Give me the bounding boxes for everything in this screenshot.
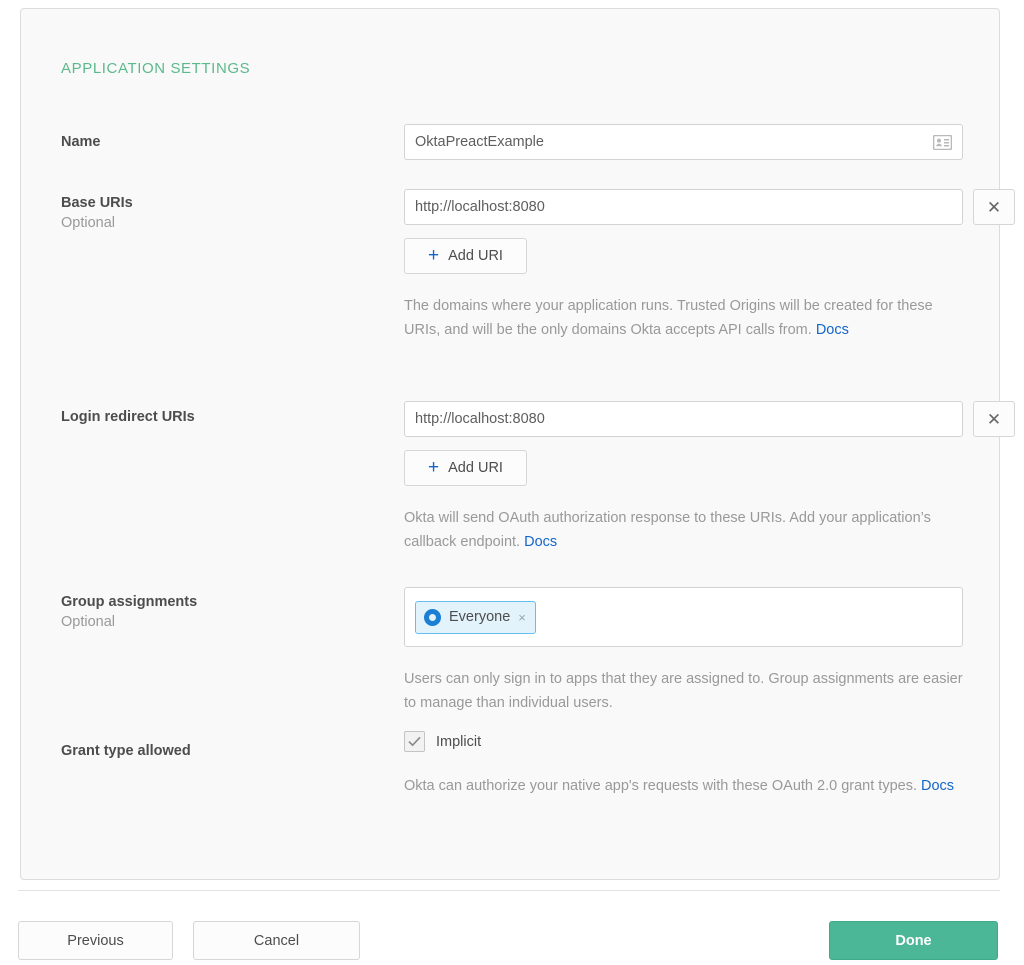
name-field-group: OktaPreactExample — [404, 124, 963, 160]
label-group-assignments: Group assignments Optional — [61, 594, 391, 630]
page-title: APPLICATION SETTINGS — [61, 60, 250, 77]
label-base-uris-text: Base URIs — [61, 195, 133, 211]
group-ring-icon — [424, 609, 441, 626]
login-redirect-uri-input[interactable]: http://localhost:8080 — [404, 401, 963, 437]
base-uris-docs-link[interactable]: Docs — [816, 322, 849, 338]
implicit-checkbox[interactable] — [404, 731, 425, 752]
label-name: Name — [61, 134, 391, 150]
label-grant-type: Grant type allowed — [61, 743, 391, 759]
group-assignments-help-body: Users can only sign in to apps that they… — [404, 671, 963, 711]
login-redirect-field-group: http://localhost:8080 ✕ + Add URI Okta w… — [404, 401, 1015, 554]
grant-type-docs-link[interactable]: Docs — [921, 778, 954, 794]
label-group-assignments-optional: Optional — [61, 614, 391, 630]
close-icon: ✕ — [987, 199, 1001, 216]
group-assignments-help-text: Users can only sign in to apps that they… — [404, 667, 964, 715]
login-redirect-help-text: Okta will send OAuth authorization respo… — [404, 506, 964, 554]
remove-base-uri-button[interactable]: ✕ — [973, 189, 1015, 225]
name-input-value: OktaPreactExample — [415, 134, 933, 150]
cancel-button[interactable]: Cancel — [193, 921, 360, 960]
group-assignments-field-group: Everyone × Users can only sign in to app… — [404, 587, 964, 715]
contact-card-icon — [933, 135, 952, 150]
base-uris-help-text: The domains where your application runs.… — [404, 294, 964, 342]
name-input[interactable]: OktaPreactExample — [404, 124, 963, 160]
plus-icon: + — [428, 246, 439, 265]
add-login-redirect-uri-label: Add URI — [448, 460, 503, 476]
implicit-checkbox-label: Implicit — [436, 734, 481, 750]
base-uris-help-body: The domains where your application runs.… — [404, 298, 933, 338]
add-base-uri-button[interactable]: + Add URI — [404, 238, 527, 274]
login-redirect-uri-input-value: http://localhost:8080 — [415, 411, 952, 427]
grant-type-help-body: Okta can authorize your native app's req… — [404, 778, 917, 794]
group-token-label: Everyone — [449, 609, 510, 625]
checkmark-icon — [408, 736, 421, 747]
grant-type-implicit-row: Implicit — [404, 731, 964, 752]
label-group-assignments-text: Group assignments — [61, 594, 197, 610]
grant-type-help-text: Okta can authorize your native app's req… — [404, 774, 964, 798]
group-assignments-input[interactable]: Everyone × — [404, 587, 963, 647]
base-uri-entry-row: http://localhost:8080 ✕ — [404, 189, 1015, 225]
remove-group-token-icon[interactable]: × — [518, 611, 526, 624]
login-redirect-help-body: Okta will send OAuth authorization respo… — [404, 510, 931, 550]
label-base-uris: Base URIs Optional — [61, 195, 391, 231]
application-settings-panel: APPLICATION SETTINGS Name OktaPreactExam… — [20, 8, 1000, 880]
base-uri-input[interactable]: http://localhost:8080 — [404, 189, 963, 225]
footer-divider — [18, 890, 1000, 891]
remove-login-redirect-uri-button[interactable]: ✕ — [973, 401, 1015, 437]
done-button[interactable]: Done — [829, 921, 998, 960]
previous-button[interactable]: Previous — [18, 921, 173, 960]
grant-type-field-group: Implicit Okta can authorize your native … — [404, 731, 964, 798]
plus-icon: + — [428, 458, 439, 477]
login-redirect-entry-row: http://localhost:8080 ✕ — [404, 401, 1015, 437]
label-login-redirect-uris: Login redirect URIs — [61, 409, 391, 425]
login-redirect-docs-link[interactable]: Docs — [524, 534, 557, 550]
add-base-uri-label: Add URI — [448, 248, 503, 264]
label-base-uris-optional: Optional — [61, 215, 391, 231]
group-token-everyone[interactable]: Everyone × — [415, 601, 536, 634]
base-uris-field-group: http://localhost:8080 ✕ + Add URI The do… — [404, 189, 1015, 342]
base-uri-input-value: http://localhost:8080 — [415, 199, 952, 215]
application-settings-page: APPLICATION SETTINGS Name OktaPreactExam… — [0, 0, 1024, 965]
add-login-redirect-uri-button[interactable]: + Add URI — [404, 450, 527, 486]
close-icon: ✕ — [987, 411, 1001, 428]
